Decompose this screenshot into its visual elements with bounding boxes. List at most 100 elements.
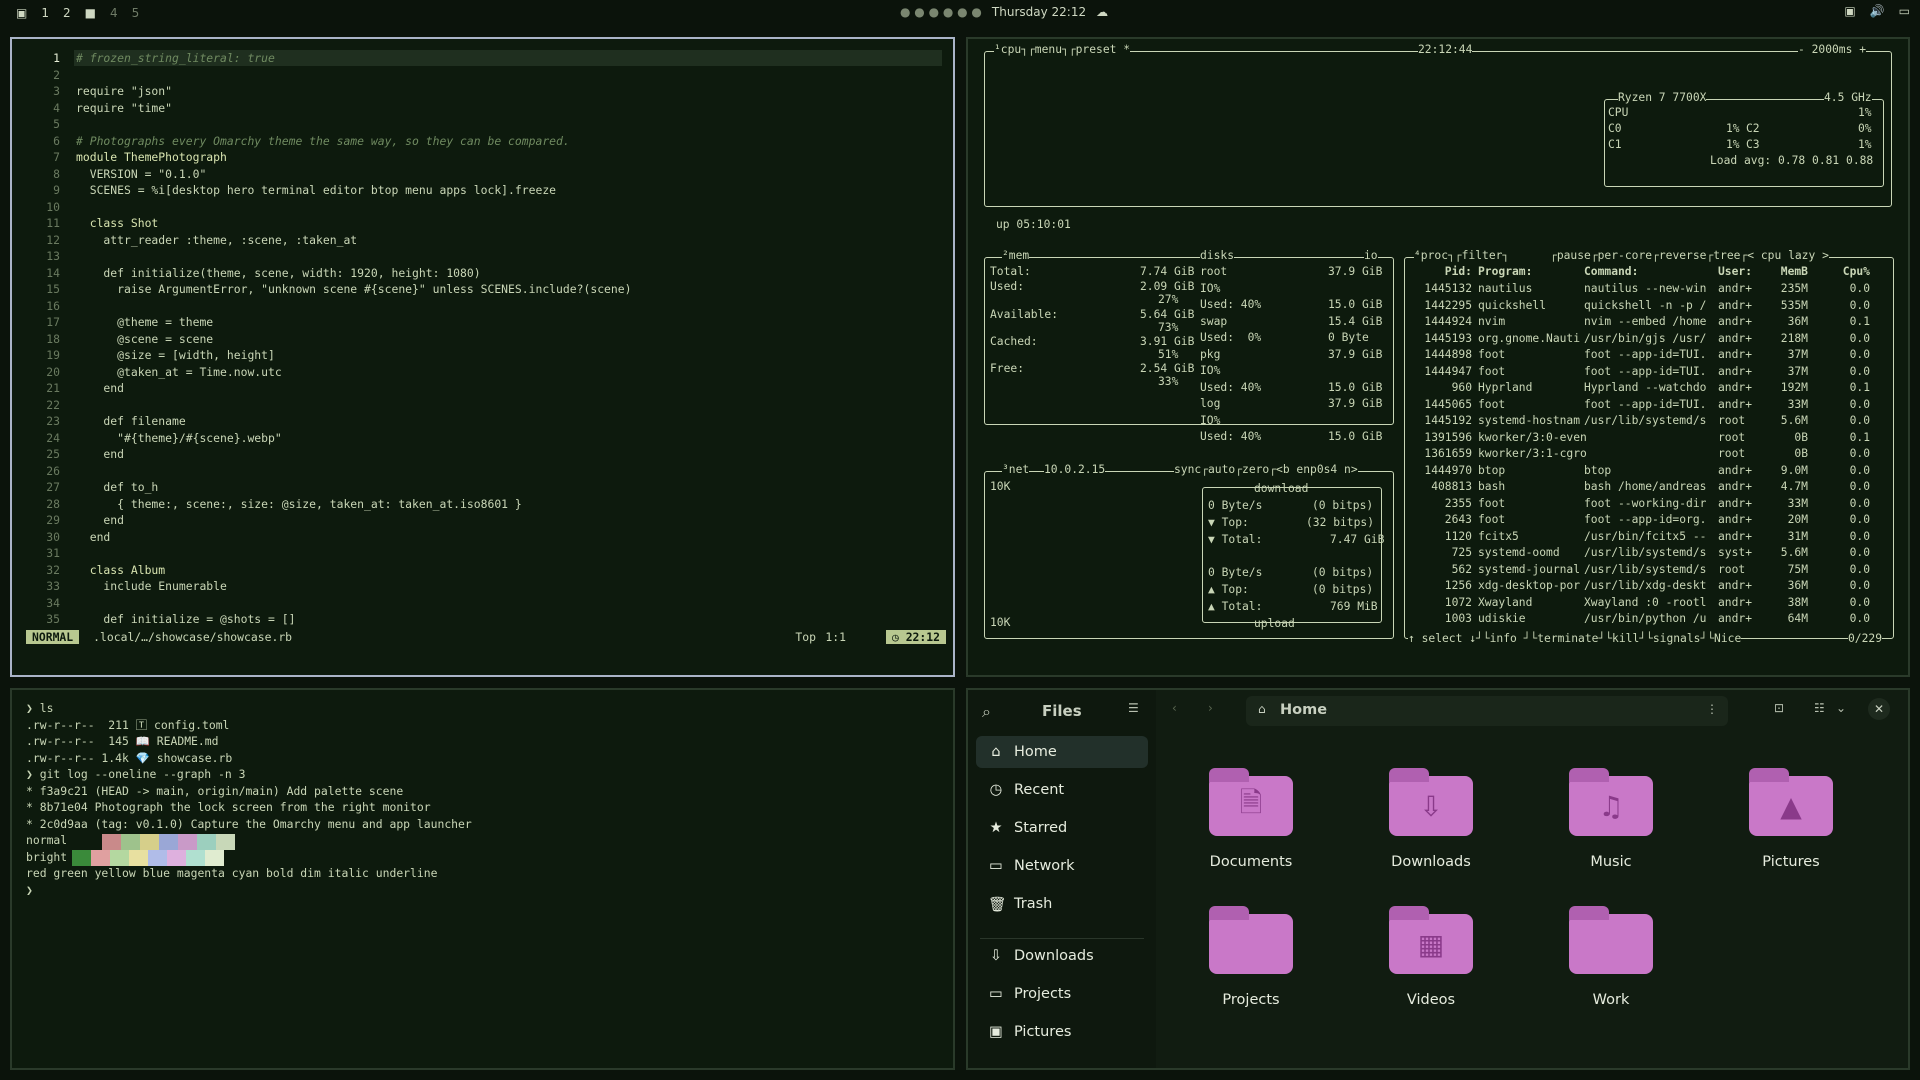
display-icon[interactable]: ▭ — [1899, 4, 1910, 18]
mem-label: Free: — [990, 362, 1025, 375]
proc-cell: 1361659 — [1424, 447, 1472, 460]
proc-cell: 37M — [1787, 348, 1808, 361]
code-text: require "time" — [76, 100, 173, 115]
workspace-3-active-icon[interactable]: ■ — [85, 6, 96, 20]
proc-cell: 5.6M — [1780, 546, 1808, 559]
editor-line: 27 def to_h — [12, 479, 932, 496]
proc-cell: root — [1718, 447, 1746, 460]
proc-cell: nautilus — [1478, 282, 1533, 295]
back-icon[interactable]: ‹ — [1172, 701, 1177, 715]
line-number: 16 — [46, 298, 60, 313]
files-window[interactable]: ⌕ Files ☰ ‹ › ⌂ Home ⋮ ⊡ ☷ ⌄ ✕ ⌂ Home ◷ Rec… — [966, 688, 1910, 1070]
workspace-4[interactable]: 4 — [110, 6, 118, 20]
sidebar-item-recent[interactable]: ◷ Recent — [976, 774, 1148, 806]
folder-downloads[interactable]: ⇩ Downloads — [1366, 768, 1496, 870]
line-number: 24 — [46, 430, 60, 445]
sidebar-item-network[interactable]: ▭ Network — [976, 850, 1148, 882]
folder-documents[interactable]: 🗎 Documents — [1186, 768, 1316, 870]
terminal-line: bright — [26, 849, 68, 864]
palette-swatch — [121, 834, 140, 850]
new-folder-icon[interactable]: ⊡ — [1774, 701, 1784, 715]
proc-cell: 535M — [1780, 298, 1808, 312]
editor-line: 14 def initialize(theme, scene, width: 1… — [12, 265, 932, 282]
folder-videos[interactable]: ▦ Videos — [1366, 906, 1496, 1008]
close-icon[interactable]: ✕ — [1868, 698, 1890, 720]
search-icon[interactable]: ⌕ — [982, 702, 991, 722]
proc-cell: 36M — [1787, 315, 1808, 328]
net-options[interactable]: sync┌auto┌zero┌<b enp0s4 n> — [1174, 462, 1358, 479]
terminal-window[interactable]: ❯ ls .rw-r--r-- 211 🅃 config.toml .rw-r--r… — [10, 688, 955, 1070]
core-c0-value: 1% — [1726, 122, 1740, 135]
cpu-header[interactable]: ¹cpu┐┌menu┐┌preset * — [994, 42, 1131, 59]
code-text: # Photographs every Omarchy theme the sa… — [76, 133, 570, 148]
workspace-1[interactable]: 1 — [41, 6, 49, 20]
sidebar-item-downloads[interactable]: ⇩ Downloads — [976, 940, 1148, 972]
mem-title[interactable]: ²mem — [1002, 248, 1030, 265]
disk-used-pct: Used: 0% — [1200, 331, 1262, 344]
io-title[interactable]: io — [1364, 248, 1378, 265]
disk-used-pct: Used: 40% — [1200, 298, 1262, 311]
line-number: 23 — [46, 414, 60, 428]
proc-cell: 33M — [1787, 397, 1808, 411]
folder-work[interactable]: Work — [1546, 906, 1676, 1008]
proc-cell: 1120 — [1444, 529, 1472, 543]
star-icon: ★ — [989, 820, 1003, 836]
btop-window[interactable]: ¹cpu┐┌menu┐┌preset * 22:12:44 - 2000ms +… — [966, 37, 1910, 677]
datetime[interactable]: Thursday 22:12 — [992, 5, 1086, 19]
mode-indicator: NORMAL — [26, 630, 80, 644]
proc-cell: /usr/lib/systemd/s — [1584, 546, 1707, 559]
palette-swatch — [102, 834, 121, 850]
editor-line: 3 require "json" — [12, 83, 932, 100]
view-options-icon[interactable]: ⌄ — [1836, 701, 1846, 715]
proc-footer[interactable]: ↑ select ↓┘└info ┘└terminate┘└kill┘└sign… — [1408, 631, 1742, 648]
forward-icon[interactable]: › — [1208, 701, 1213, 715]
proc-cell: 408813 — [1431, 480, 1472, 493]
editor-line: 6 # Photographs every Omarchy theme the s… — [12, 133, 932, 150]
folder-pictures[interactable]: ▲ Pictures — [1726, 768, 1856, 870]
proc-cell: btop — [1478, 463, 1506, 477]
menu-icon[interactable]: ☰ — [1128, 701, 1139, 715]
line-number: 13 — [46, 249, 60, 263]
sidebar-item-pictures[interactable]: ▣ Pictures — [976, 1016, 1148, 1048]
screen-record-icon[interactable]: ▣ — [1844, 4, 1855, 18]
update-interval[interactable]: - 2000ms + — [1798, 42, 1867, 59]
code-text: end — [76, 529, 111, 544]
code-text: "#{theme}/#{scene}.webp" — [76, 430, 282, 445]
cloud-icon[interactable]: ☁ — [1096, 5, 1108, 19]
proc-cell: Xwayland :0 -rootl — [1584, 595, 1707, 609]
sidebar-item-label: Starred — [1014, 820, 1068, 836]
palette-swatch — [167, 850, 186, 866]
proc-cell: quickshell — [1478, 298, 1547, 312]
workspace-5[interactable]: 5 — [132, 6, 140, 20]
launcher-icon[interactable]: ▣ — [16, 6, 27, 20]
volume-icon[interactable]: 🔊 — [1870, 4, 1885, 18]
folder-icon — [1569, 906, 1653, 974]
folder-music[interactable]: ♫ Music — [1546, 768, 1676, 870]
editor-window[interactable]: 1 # frozen_string_literal: true 2 3 require … — [10, 37, 955, 677]
location-menu-icon[interactable]: ⋮ — [1706, 702, 1718, 716]
sidebar-item-projects[interactable]: ▭ Projects — [976, 978, 1148, 1010]
proc-cell: andr+ — [1718, 282, 1753, 295]
sidebar-item-trash[interactable]: 🗑 Trash — [976, 888, 1148, 920]
cursor-position: 1:1 — [825, 630, 846, 644]
view-list-icon[interactable]: ☷ — [1814, 701, 1825, 715]
folder-tab — [1389, 768, 1429, 782]
file-path: .local/…/showcase/showcase.rb — [93, 630, 293, 644]
disk-used: 15.0 GiB — [1328, 380, 1383, 394]
net-title[interactable]: ³net — [1002, 462, 1030, 479]
cpu-cores-box — [1604, 99, 1884, 187]
terminal-line: .rw-r--r-- 1.4k 💎 showcase.rb — [26, 750, 233, 765]
code-text: # frozen_string_literal: true — [76, 51, 275, 65]
proc-cell: 1444947 — [1424, 364, 1472, 378]
cpu-label: CPU — [1608, 106, 1629, 119]
line-number: 15 — [46, 282, 60, 296]
proc-cell: 36M — [1787, 579, 1808, 592]
location-bar[interactable]: ⌂ Home ⋮ — [1246, 696, 1728, 726]
line-number: 34 — [46, 595, 60, 610]
workspace-2[interactable]: 2 — [63, 6, 71, 20]
cpu-total-row: CPU — [1608, 105, 1628, 122]
proc-header[interactable]: ⁴proc┐┌filter┐ ┌pause┌per-core┌reverse┌t… — [1414, 248, 1829, 265]
sidebar-item-home[interactable]: ⌂ Home — [976, 736, 1148, 768]
sidebar-item-starred[interactable]: ★ Starred — [976, 812, 1148, 844]
folder-projects[interactable]: Projects — [1186, 906, 1316, 1008]
